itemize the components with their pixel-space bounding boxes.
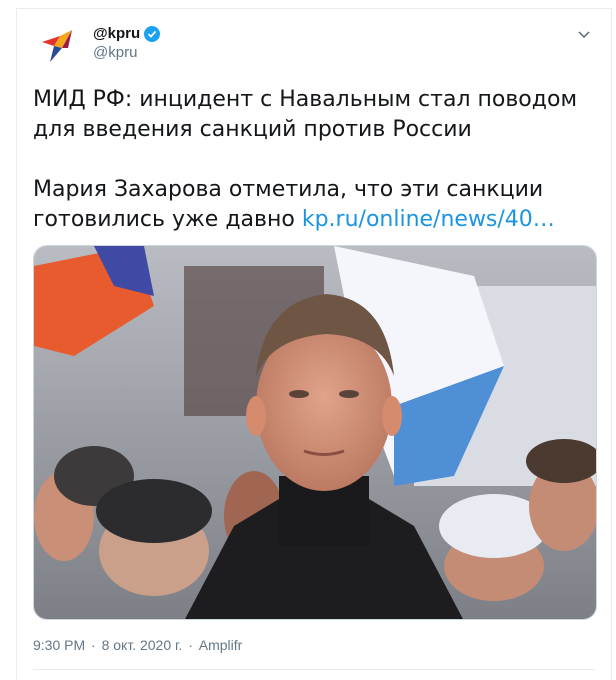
verified-badge-icon xyxy=(144,25,161,42)
display-name-row[interactable]: @kpru xyxy=(93,25,161,42)
tweet-body: Мария Захарова отметила, что эти санкции… xyxy=(33,175,593,235)
avatar[interactable] xyxy=(35,23,81,69)
divider xyxy=(33,669,595,670)
tweet-meta: 9:30 PM · 8 окт. 2020 г. · Amplifr xyxy=(33,637,244,653)
kp-logo-icon xyxy=(42,30,72,62)
tweet-time[interactable]: 9:30 PM xyxy=(33,637,85,653)
user-names: @kpru @kpru xyxy=(93,25,161,61)
tweet-header: @kpru @kpru xyxy=(35,23,611,73)
photo-image xyxy=(34,246,596,619)
tweet-photo[interactable] xyxy=(33,245,597,620)
user-handle[interactable]: @kpru xyxy=(93,44,160,61)
tweet-text: МИД РФ: инцидент с Навальным стал поводо… xyxy=(33,85,593,235)
meta-separator-2: · xyxy=(188,637,193,653)
meta-separator: · xyxy=(91,637,96,653)
chevron-down-icon[interactable] xyxy=(575,25,593,43)
tweet-source[interactable]: Amplifr xyxy=(199,637,243,653)
tweet-link[interactable]: kp.ru/online/news/40… xyxy=(302,207,555,232)
tweet-card[interactable]: @kpru @kpru МИД РФ: инцидент с Навальным… xyxy=(16,8,612,680)
tweet-headline: МИД РФ: инцидент с Навальным стал поводо… xyxy=(33,87,578,142)
display-name[interactable]: @kpru xyxy=(93,25,140,42)
tweet-date[interactable]: 8 окт. 2020 г. xyxy=(102,637,183,653)
